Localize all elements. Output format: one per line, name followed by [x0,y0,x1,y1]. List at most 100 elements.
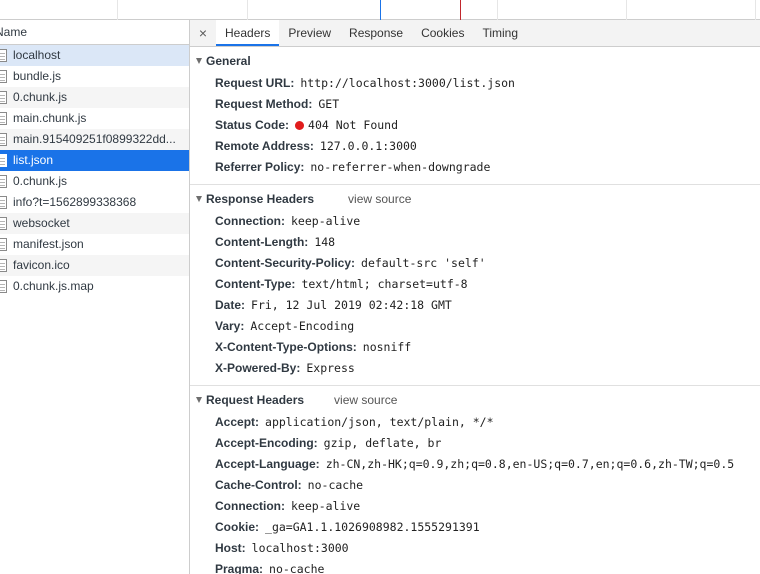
request-headers-header[interactable]: Request Headers view source [190,386,760,412]
request-row[interactable]: 0.chunk.js [0,171,189,192]
header-key: Date: [215,298,246,312]
header-row: Content-Type: text/html; charset=utf-8 [190,274,760,295]
timeline-gridline [626,0,627,20]
header-value: localhost:3000 [251,541,349,555]
request-row[interactable]: favicon.ico [0,255,189,276]
tab-cookies[interactable]: Cookies [412,20,473,46]
request-name: localhost [13,48,61,62]
header-row: Accept-Encoding: gzip, deflate, br [190,433,760,454]
header-row: Pragma: no-cache [190,559,760,574]
expand-triangle-icon [196,397,202,403]
file-icon [0,238,7,251]
general-section-header[interactable]: General [190,47,760,73]
header-value: no-cache [269,562,325,574]
header-key: Accept: [215,415,260,429]
header-value: gzip, deflate, br [323,436,442,450]
file-icon [0,217,7,230]
header-row: Cookie: _ga=GA1.1.1026908982.1555291391 [190,517,760,538]
expand-triangle-icon [196,58,202,64]
tab-headers[interactable]: Headers [216,20,280,46]
header-value: application/json, text/plain, */* [265,415,494,429]
request-name: websocket [13,216,70,230]
timeline-load-marker [460,0,461,20]
timeline-gridline [117,0,118,20]
header-value: 148 [314,235,336,249]
request-name: manifest.json [13,237,84,251]
header-value: text/html; charset=utf-8 [301,277,468,291]
file-icon [0,112,7,125]
tab-preview[interactable]: Preview [279,20,340,46]
request-list-panel: Name localhost bundle.js 0.chunk.js main.ch… [0,20,190,574]
tab-response[interactable]: Response [340,20,412,46]
header-row: Content-Security-Policy: default-src 'sel… [190,253,760,274]
header-key: Cookie: [215,520,260,534]
timeline-domcontentloaded-marker [380,0,381,20]
timeline-gridline [755,0,756,20]
remote-address-row: Remote Address: 127.0.0.1:3000 [215,139,417,153]
request-row[interactable]: bundle.js [0,66,189,87]
header-key: Content-Length: [215,235,309,249]
file-icon [0,196,7,209]
tab-timing[interactable]: Timing [473,20,527,46]
header-row: X-Content-Type-Options: nosniff [190,337,760,358]
header-key: Connection: [215,499,285,513]
header-value: keep-alive [291,499,361,513]
header-key: Accept-Encoding: [215,436,318,450]
request-row[interactable]: main.chunk.js [0,108,189,129]
header-key: Content-Type: [215,277,296,291]
status-code-row: Status Code: 404 Not Found [215,118,399,132]
header-key: Pragma: [215,562,264,574]
request-row[interactable]: manifest.json [0,234,189,255]
header-row: Host: localhost:3000 [190,538,760,559]
header-key: X-Content-Type-Options: [215,340,357,354]
request-row[interactable]: info?t=1562899338368 [0,192,189,213]
request-row[interactable]: localhost [0,45,189,66]
response-view-source-link[interactable]: view source [348,192,411,206]
header-value: _ga=GA1.1.1026908982.1555291391 [265,520,480,534]
timeline-gridline [247,0,248,20]
tab-list: Headers Preview Response Cookies Timing [216,20,527,46]
header-key: Connection: [215,214,285,228]
header-value: Express [306,361,355,375]
request-name: 0.chunk.js.map [13,279,94,293]
header-value: default-src 'self' [361,256,486,270]
response-headers-section: Response Headers view source Connection: k… [190,185,760,386]
file-icon [0,133,7,146]
request-name: 0.chunk.js [13,174,68,188]
header-row: Vary: Accept-Encoding [190,316,760,337]
request-row[interactable]: 0.chunk.js [0,87,189,108]
request-view-source-link[interactable]: view source [334,393,397,407]
header-row: Date: Fri, 12 Jul 2019 02:42:18 GMT [190,295,760,316]
referrer-policy-row: Referrer Policy: no-referrer-when-downgra… [215,160,491,174]
details-tab-bar: × Headers Preview Response Cookies Timing [190,20,760,47]
request-name: list.json [13,153,54,167]
expand-triangle-icon [196,196,202,202]
request-name: bundle.js [13,69,62,83]
name-column-header[interactable]: Name [0,20,189,45]
request-method-row: Request Method: GET [215,97,340,111]
header-value: Accept-Encoding [250,319,355,333]
request-url-row: Request URL: http://localhost:3000/list.j… [215,76,515,90]
header-key: Content-Security-Policy: [215,256,356,270]
header-row: Content-Length: 148 [190,232,760,253]
timeline-overview[interactable] [0,0,760,20]
response-headers-header[interactable]: Response Headers view source [190,185,760,211]
request-row[interactable]: list.json [0,150,189,171]
request-row[interactable]: websocket [0,213,189,234]
response-headers-list: Connection: keep-alive Content-Length: 148 C… [190,211,760,379]
file-icon [0,70,7,83]
request-name: info?t=1562899338368 [13,195,137,209]
file-icon [0,259,7,272]
close-icon[interactable]: × [190,20,216,46]
request-name: main.915409251f0899322dd... [13,132,176,146]
request-name: favicon.ico [13,258,70,272]
request-list: localhost bundle.js 0.chunk.js main.chunk.j… [0,45,189,297]
header-key: Host: [215,541,246,555]
file-icon [0,175,7,188]
general-section: General Request URL: http://localhost:300… [190,47,760,185]
header-key: Vary: [215,319,245,333]
request-row[interactable]: 0.chunk.js.map [0,276,189,297]
request-row[interactable]: main.915409251f0899322dd... [0,129,189,150]
header-row: Accept: application/json, text/plain, */* [190,412,760,433]
file-icon [0,280,7,293]
